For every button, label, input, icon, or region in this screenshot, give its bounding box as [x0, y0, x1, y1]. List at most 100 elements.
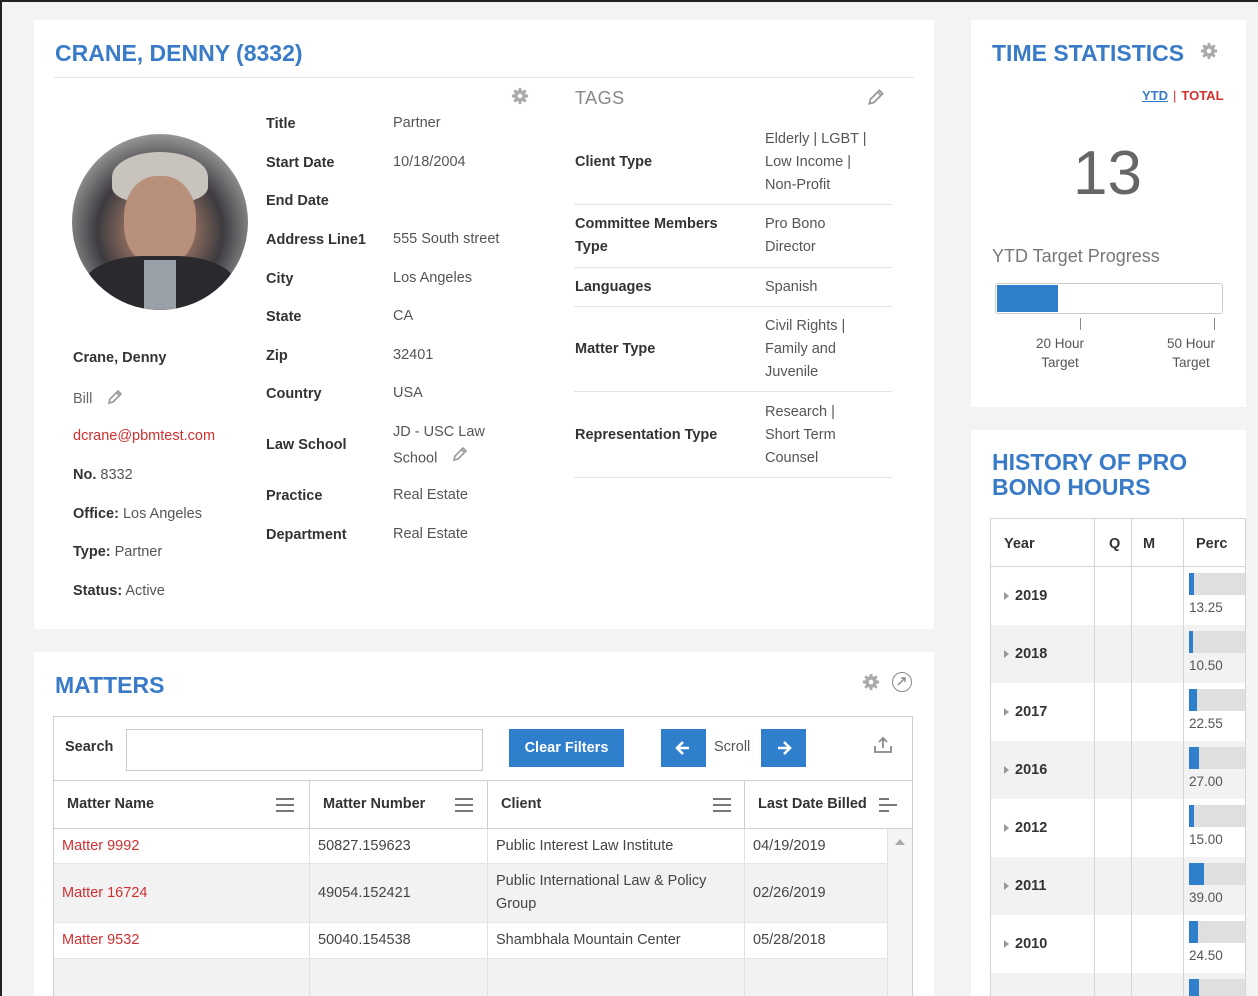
gear-icon[interactable]: [862, 673, 880, 691]
history-row[interactable]: 2017 22.55: [991, 683, 1245, 741]
history-year[interactable]: 2011: [1004, 878, 1046, 894]
percent-value: 22.55: [1189, 716, 1223, 731]
history-year[interactable]: 2012: [1004, 820, 1047, 836]
percent-bar-track: [1189, 805, 1245, 827]
percent-value: 10.50: [1189, 658, 1223, 673]
history-year[interactable]: 2019: [1004, 588, 1047, 604]
percent-bar: [1189, 921, 1198, 943]
column-header-matter-number[interactable]: Matter Number: [310, 781, 488, 829]
history-year[interactable]: 2010: [1004, 936, 1047, 952]
clear-filters-button[interactable]: Clear Filters: [509, 729, 624, 767]
time-statistics-title: TIME STATISTICS: [992, 40, 1185, 66]
percent-bar: [1189, 805, 1194, 827]
profile-name: Crane, Denny: [73, 350, 167, 366]
matters-grid: Search Clear Filters Scroll Matter Name …: [53, 716, 913, 996]
history-row[interactable]: 2010 24.50: [991, 915, 1245, 973]
field-value-law-school: JD - USC Law School: [393, 420, 485, 472]
field-value-country: USA: [393, 385, 423, 401]
gear-icon[interactable]: [511, 87, 529, 105]
expand-triangle-icon[interactable]: [1004, 766, 1009, 775]
history-row[interactable]: 2019 13.25: [991, 567, 1245, 625]
field-label-state: State: [266, 309, 302, 325]
history-table: Year Q M Perc 2019 13.25 2018 10.50 2017 22.5…: [990, 518, 1246, 996]
percent-value: 24.50: [1189, 948, 1223, 963]
expand-triangle-icon[interactable]: [1004, 708, 1009, 717]
field-value-state: CA: [393, 308, 414, 324]
percent-value: 27.00: [1189, 774, 1223, 789]
matter-name-link[interactable]: Matter 16724: [62, 882, 147, 905]
percent-bar: [1189, 863, 1204, 885]
history-row[interactable]: 2012 15.00: [991, 799, 1245, 857]
column-header-last-date-billed[interactable]: Last Date Billed: [745, 781, 912, 829]
percent-bar: [1189, 979, 1199, 996]
expand-triangle-icon[interactable]: [1004, 592, 1009, 601]
history-year[interactable]: 2016: [1004, 762, 1047, 778]
edit-pencil-icon[interactable]: [106, 388, 124, 410]
field-label-country: Country: [266, 386, 322, 402]
history-row[interactable]: 2008: [991, 973, 1245, 996]
history-title: HISTORY OF PRO BONO HOURS: [992, 449, 1188, 500]
ytd-progress-label: YTD Target Progress: [992, 246, 1160, 266]
percent-bar: [1189, 689, 1197, 711]
profile-status: Status: Active: [73, 583, 165, 599]
edit-tags-pencil-icon[interactable]: [866, 87, 886, 110]
table-row[interactable]: Matter 9532 50040.154538 Shambhala Mount…: [54, 923, 888, 959]
matter-name-link[interactable]: Matter 9992: [62, 835, 139, 858]
edit-pencil-icon[interactable]: [451, 445, 469, 472]
export-icon[interactable]: [872, 735, 894, 758]
table-row[interactable]: Matter 16724 49054.152421 Public Interna…: [54, 864, 888, 923]
column-menu-icon[interactable]: [879, 798, 897, 812]
table-scrollbar[interactable]: [888, 829, 912, 996]
ytd-link[interactable]: YTD: [1142, 88, 1168, 103]
expand-icon[interactable]: [892, 672, 912, 692]
matter-name-link[interactable]: Matter 9532: [62, 929, 139, 952]
profile-panel: CRANE, DENNY (8332) Crane, Denny Bill dc…: [34, 20, 934, 629]
field-value-city: Los Angeles: [393, 270, 473, 286]
percent-value: 13.25: [1189, 600, 1223, 615]
history-year[interactable]: 2017: [1004, 704, 1047, 720]
matters-title: MATTERS: [55, 672, 165, 698]
percent-bar: [1189, 573, 1194, 595]
field-label-end-date: End Date: [266, 193, 329, 209]
profile-divider: [54, 77, 914, 78]
field-label-start-date: Start Date: [266, 155, 335, 171]
total-link[interactable]: TOTAL: [1181, 88, 1223, 103]
history-row[interactable]: 2011 39.00: [991, 857, 1245, 915]
expand-triangle-icon[interactable]: [1004, 940, 1009, 949]
field-value-department: Real Estate: [393, 526, 468, 542]
field-value-address: 555 South street: [393, 231, 500, 247]
profile-email-link[interactable]: dcrane@pbmtest.com: [73, 428, 215, 444]
avatar: [72, 134, 248, 310]
expand-triangle-icon[interactable]: [1004, 650, 1009, 659]
field-value-zip: 32401: [393, 347, 434, 363]
column-menu-icon[interactable]: [276, 798, 294, 812]
scroll-right-button[interactable]: [761, 729, 806, 767]
history-row[interactable]: 2016 27.00: [991, 741, 1245, 799]
field-label-zip: Zip: [266, 348, 288, 364]
column-menu-icon[interactable]: [455, 798, 473, 812]
history-table-header: Year Q M Perc: [991, 519, 1245, 567]
search-input[interactable]: [126, 729, 483, 771]
time-statistics-panel: TIME STATISTICS YTD | TOTAL 13 YTD Target …: [971, 20, 1246, 407]
field-label-title: Title: [266, 116, 296, 132]
column-header-matter-name[interactable]: Matter Name: [54, 781, 310, 829]
column-menu-icon[interactable]: [713, 798, 731, 812]
scroll-left-button[interactable]: [661, 729, 706, 767]
percent-bar-track: [1189, 573, 1245, 595]
column-header-client[interactable]: Client: [488, 781, 745, 829]
percent-value: 39.00: [1189, 890, 1223, 905]
field-value-practice: Real Estate: [393, 487, 468, 503]
history-year[interactable]: 2018: [1004, 646, 1047, 662]
field-value-title: Partner: [393, 115, 441, 131]
tags-title: TAGS: [575, 88, 625, 108]
history-row[interactable]: 2018 10.50: [991, 625, 1245, 683]
history-panel: HISTORY OF PRO BONO HOURS Year Q M Perc 2…: [971, 430, 1246, 996]
table-row[interactable]: Matter 9992 50827.159623 Public Interest…: [54, 829, 888, 864]
percent-bar-track: [1189, 689, 1245, 711]
target-tick: [1214, 318, 1215, 330]
gear-icon[interactable]: [1200, 42, 1218, 60]
expand-triangle-icon[interactable]: [1004, 824, 1009, 833]
expand-triangle-icon[interactable]: [1004, 882, 1009, 891]
field-label-department: Department: [266, 527, 347, 543]
table-row[interactable]: [54, 959, 888, 996]
